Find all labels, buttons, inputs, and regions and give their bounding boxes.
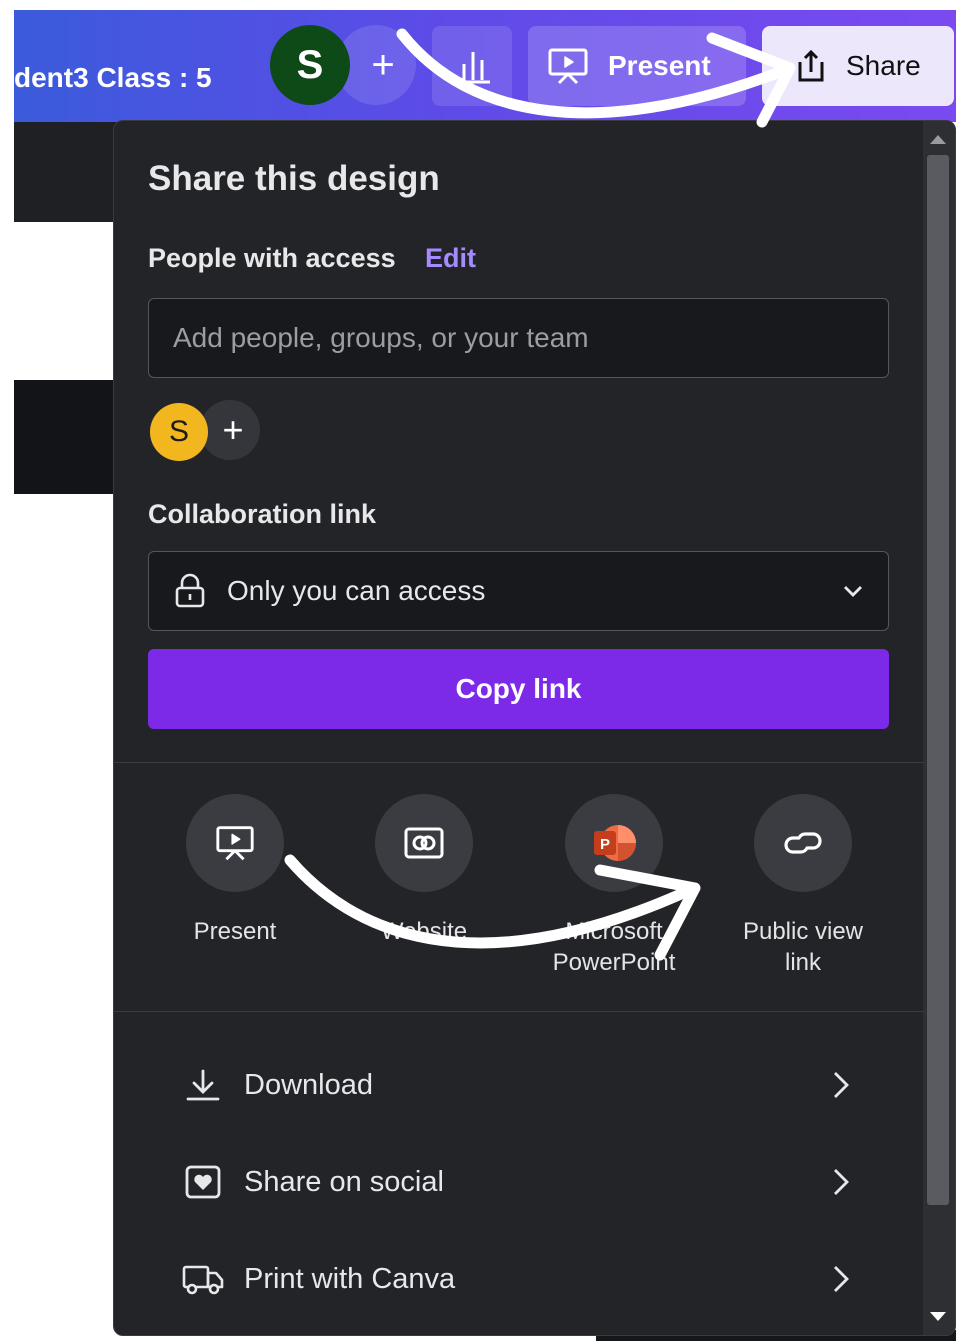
share-on-social-menu-item[interactable]: Share on social xyxy=(180,1150,850,1214)
present-button[interactable]: Present xyxy=(528,26,746,106)
svg-text:P: P xyxy=(600,836,610,853)
panel-scrollbar[interactable] xyxy=(923,121,955,1335)
download-menu-item[interactable]: Download xyxy=(180,1053,850,1117)
plus-icon: + xyxy=(371,42,395,87)
share-option-powerpoint[interactable]: P Microsoft PowerPoint xyxy=(534,794,694,978)
plus-icon: + xyxy=(222,409,244,450)
print-with-canva-menu-item[interactable]: Print with Canva xyxy=(180,1247,850,1311)
share-option-website[interactable]: Website xyxy=(344,794,504,947)
share-option-circle xyxy=(754,794,852,892)
panel-title: Share this design xyxy=(148,159,440,198)
copy-link-button[interactable]: Copy link xyxy=(148,649,889,729)
menu-item-label: Print with Canva xyxy=(244,1262,456,1295)
presentation-icon xyxy=(548,48,588,85)
scroll-thumb[interactable] xyxy=(927,155,949,1205)
people-access-label: People with access xyxy=(148,243,396,273)
powerpoint-icon: P xyxy=(594,825,636,861)
divider xyxy=(114,1011,924,1012)
chevron-right-icon xyxy=(832,1070,850,1100)
edit-access-link[interactable]: Edit xyxy=(425,243,476,274)
share-option-label: Microsoft PowerPoint xyxy=(552,918,676,976)
user-avatar[interactable]: S xyxy=(270,25,350,105)
share-option-circle xyxy=(186,794,284,892)
lock-icon xyxy=(173,573,207,609)
share-label: Share xyxy=(846,50,921,81)
menu-item-label: Download xyxy=(244,1068,373,1101)
share-button[interactable]: Share xyxy=(762,26,954,106)
link-access-value: Only you can access xyxy=(227,575,486,606)
scroll-up-icon[interactable] xyxy=(930,135,946,144)
bar-chart-icon xyxy=(456,52,490,84)
share-option-circle xyxy=(375,794,473,892)
editor-toolbar-fragment xyxy=(14,122,124,222)
share-option-public-link[interactable]: Public view link xyxy=(723,794,883,978)
share-option-label: Present xyxy=(193,918,277,945)
insights-button[interactable] xyxy=(432,26,512,106)
scroll-down-icon[interactable] xyxy=(930,1312,946,1321)
chevron-down-icon xyxy=(842,584,864,598)
member-avatar[interactable]: S xyxy=(150,403,208,461)
heart-icon xyxy=(180,1164,226,1200)
top-bar: dent3 Class : 5 + S Present Share xyxy=(14,10,956,122)
share-option-label: Public view link xyxy=(742,918,864,976)
website-icon xyxy=(404,827,444,859)
present-label: Present xyxy=(608,50,711,81)
add-people-input[interactable] xyxy=(148,298,889,378)
chevron-right-icon xyxy=(832,1167,850,1197)
share-icon xyxy=(798,49,824,82)
truck-icon xyxy=(180,1262,226,1296)
link-icon xyxy=(784,832,822,854)
share-option-present[interactable]: Present xyxy=(155,794,315,947)
document-title[interactable]: dent3 Class : 5 xyxy=(14,62,212,94)
download-icon xyxy=(180,1067,226,1103)
share-option-circle: P xyxy=(565,794,663,892)
link-access-dropdown[interactable]: Only you can access xyxy=(148,551,889,631)
menu-item-label: Share on social xyxy=(244,1165,444,1198)
chevron-right-icon xyxy=(832,1264,850,1294)
divider xyxy=(114,762,924,763)
collaboration-link-label: Collaboration link xyxy=(148,499,377,529)
share-option-label: Website xyxy=(380,918,468,945)
share-panel: Share this design People with access Edi… xyxy=(113,120,956,1336)
presentation-icon xyxy=(216,826,254,861)
editor-canvas-fragment xyxy=(14,380,124,494)
